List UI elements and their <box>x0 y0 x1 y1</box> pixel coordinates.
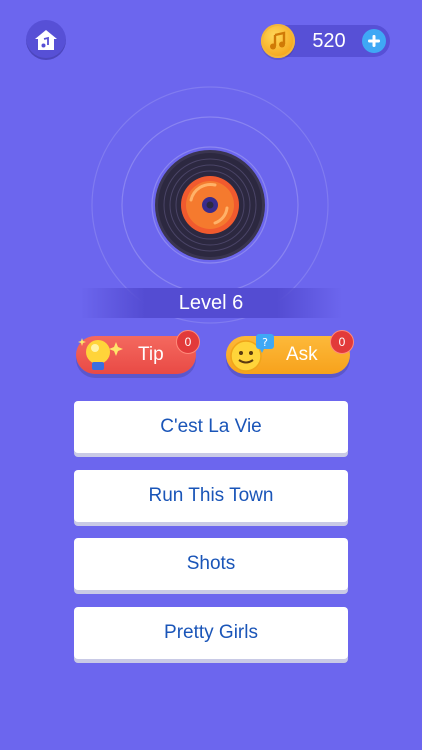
answer-option-1[interactable]: C'est La Vie <box>74 401 348 453</box>
add-coins-button[interactable] <box>362 29 386 53</box>
ask-count-badge: 0 <box>330 330 354 354</box>
tip-label: Tip <box>138 344 164 365</box>
svg-text:?: ? <box>262 336 268 349</box>
ask-label: Ask <box>286 344 318 365</box>
tip-button[interactable]: Tip 0 <box>76 330 200 374</box>
vinyl-record-icon <box>155 150 265 260</box>
answer-option-2[interactable]: Run This Town <box>74 470 348 522</box>
home-button[interactable] <box>26 20 66 60</box>
ask-button[interactable]: ? Ask 0 <box>226 330 354 374</box>
music-note-coin-icon <box>261 24 295 58</box>
plus-icon <box>368 35 380 47</box>
lightbulb-icon <box>78 338 123 370</box>
coin-count: 520 <box>312 30 346 52</box>
answer-option-3[interactable]: Shots <box>74 538 348 590</box>
home-music-icon <box>35 30 57 50</box>
answer-option-4[interactable]: Pretty Girls <box>74 607 348 659</box>
emoji-question-icon: ? <box>230 334 274 372</box>
vinyl-record <box>155 150 265 260</box>
level-title: Level 6 <box>178 292 244 314</box>
tip-count-badge: 0 <box>176 330 200 354</box>
